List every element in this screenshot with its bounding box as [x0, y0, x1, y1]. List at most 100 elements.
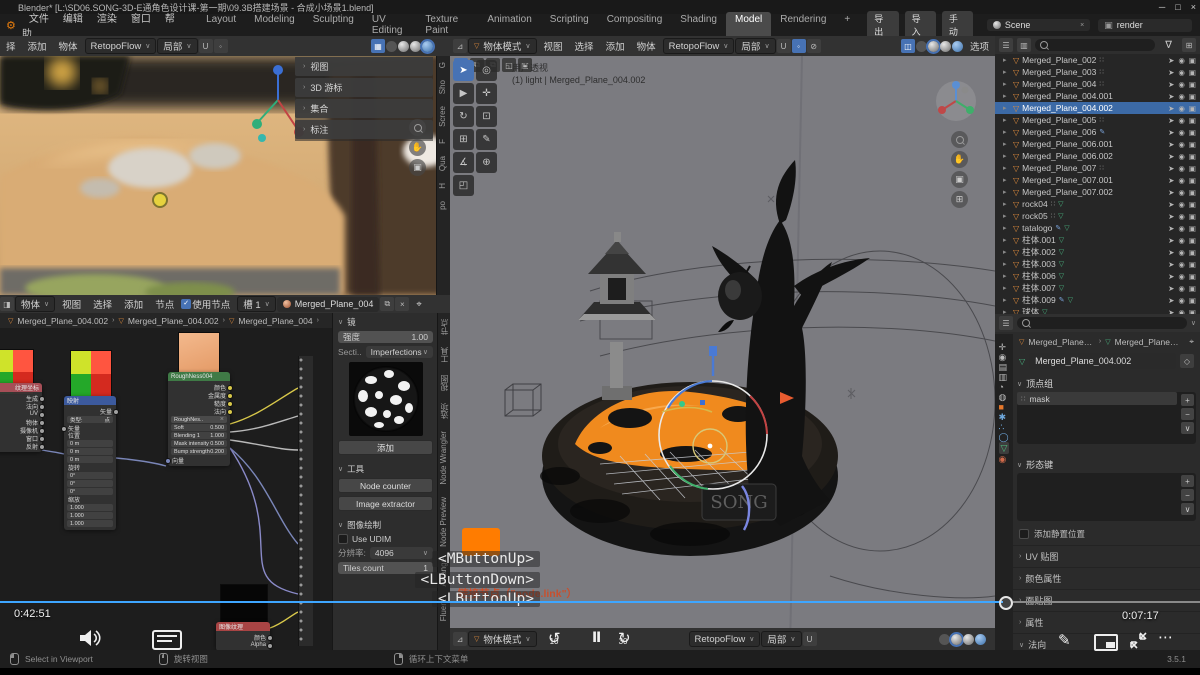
shading-wireframe-icon[interactable] [386, 41, 397, 52]
sidebar-tab[interactable]: 选项 [438, 397, 450, 425]
scene-selector[interactable]: Scene× [987, 19, 1090, 31]
property-tab-icon[interactable]: ◔ [999, 382, 1010, 392]
slot-dropdown[interactable]: 槽 1∨ [237, 296, 276, 312]
tool-button[interactable]: ◎ [476, 60, 497, 81]
rot-z[interactable]: 0° [67, 488, 113, 495]
udim-checkbox[interactable] [338, 534, 348, 544]
sidebar-tab[interactable]: F [437, 133, 448, 150]
shading-material-icon[interactable] [963, 634, 974, 645]
outliner-row[interactable]: ▸ ▽ Merged_Plane_006.001 ∷ ✎ ▽ ➤ ◉ ▣ [995, 138, 1200, 150]
outliner-row[interactable]: ▸ ▽ 柱体.006 ∷ ✎ ▽ ➤ ◉ ▣ [995, 270, 1200, 282]
add-button[interactable]: 添加 [338, 440, 433, 455]
blender-logo-icon[interactable]: ⚙ [6, 19, 16, 32]
forward-30-button[interactable]: ↻30 [618, 629, 639, 647]
viewport-menu[interactable]: 视图 [538, 39, 569, 53]
workspace-tab[interactable]: Animation [478, 12, 540, 38]
render-visibility-icon[interactable]: ▣ [1189, 284, 1196, 293]
node-value-field[interactable]: Soft0.500 [171, 424, 227, 431]
manual-button[interactable]: 手动 [942, 11, 973, 39]
scale-x[interactable]: 1.000 [67, 504, 113, 511]
workspace-tab[interactable]: UV Editing [363, 12, 417, 38]
node-menu[interactable]: 节点 [149, 297, 180, 311]
tool-button[interactable]: ◰ [453, 175, 474, 196]
selectable-icon[interactable]: ➤ [1168, 116, 1174, 125]
remove-shapekey-button[interactable]: − [1181, 489, 1194, 501]
outliner-row[interactable]: ▸ ▽ rock04 ∷ ✎ ▽ ➤ ◉ ▣ [995, 198, 1200, 210]
collapsed-panel[interactable]: ›颜色属性 [1013, 567, 1200, 589]
zoom-icon[interactable] [409, 119, 426, 136]
overlay-toggle-icon[interactable]: ◫ [901, 39, 915, 53]
annotate-pencil-icon[interactable]: ✎ [1058, 631, 1071, 649]
sidebar-tab[interactable]: Node Wrangler [438, 425, 449, 491]
video-playhead[interactable] [999, 596, 1013, 610]
outliner-search-input[interactable] [1035, 39, 1155, 51]
node-output[interactable]: 矢量 [64, 407, 116, 415]
retopoflow-menu[interactable]: RetopoFlow∨ [689, 631, 761, 647]
import-button[interactable]: 导入 [905, 11, 936, 39]
mapping-node[interactable]: 映射 矢量 类型:点 矢量 位置 0 m 0 m 0 m 旋转 0° 0° 0°… [64, 396, 116, 530]
minimize-button[interactable]: ─ [1159, 2, 1165, 12]
render-visibility-icon[interactable]: ▣ [1189, 80, 1196, 89]
shapekey-specials-button[interactable]: ∨ [1181, 503, 1194, 515]
shading-wireframe-icon[interactable] [916, 41, 927, 52]
outliner-row[interactable]: ▸ ▽ 球体 ∷ ✎ ▽ ➤ ◉ ▣ [995, 306, 1200, 314]
outliner-row[interactable]: ▸ ▽ 柱体.003 ∷ ✎ ▽ ➤ ◉ ▣ [995, 258, 1200, 270]
orientation-dropdown[interactable]: 局部∨ [735, 38, 775, 54]
image-selector[interactable]: RoughNes..× [171, 416, 227, 423]
gizmo-icon[interactable]: ⊘ [807, 39, 821, 53]
collapsed-panel[interactable]: ›UV 贴图 [1013, 545, 1200, 567]
sidebar-section[interactable]: ›视图 [295, 57, 433, 76]
hide-eye-icon[interactable]: ◉ [1178, 176, 1185, 185]
pan-hand-icon[interactable]: ✋ [951, 151, 968, 168]
proportional-edit-icon[interactable]: ◦ [792, 39, 806, 53]
tool-button[interactable]: ▶ [453, 83, 474, 104]
close-button[interactable]: × [1191, 2, 1196, 12]
editor-type-icon[interactable]: ⊿ [453, 39, 467, 53]
tool-button[interactable]: ✛ [476, 83, 497, 104]
selectable-icon[interactable]: ➤ [1168, 104, 1174, 113]
retopoflow-menu[interactable]: RetopoFlow∨ [663, 38, 735, 54]
view-layer-selector[interactable]: ▣ render [1098, 19, 1192, 32]
workspace-tab[interactable]: Rendering [771, 12, 835, 38]
hide-eye-icon[interactable]: ◉ [1178, 284, 1185, 293]
rewind-10-button[interactable]: ↺10 [548, 629, 569, 647]
outliner-row[interactable]: ▸ ▽ Merged_Plane_002 ∷ ✎ ▽ ➤ ◉ ▣ [995, 54, 1200, 66]
hide-eye-icon[interactable]: ◉ [1178, 140, 1185, 149]
shading-material-icon[interactable] [940, 41, 951, 52]
mode-dropdown[interactable]: ▽物体模式∨ [468, 38, 537, 54]
menu-item[interactable]: 文件 [22, 14, 56, 25]
selectable-icon[interactable]: ➤ [1168, 224, 1174, 233]
shading-wireframe-icon[interactable] [939, 634, 950, 645]
sidebar-tab[interactable]: G [437, 56, 448, 74]
collapsed-panel[interactable]: ›面贴图 [1013, 589, 1200, 611]
render-visibility-icon[interactable]: ▣ [1189, 296, 1196, 305]
outliner-row[interactable]: ▸ ▽ Merged_Plane_006.002 ∷ ✎ ▽ ➤ ◉ ▣ [995, 150, 1200, 162]
sidebar-tab[interactable]: Qua [437, 150, 448, 177]
loc-y[interactable]: 0 m [67, 448, 113, 455]
render-visibility-icon[interactable]: ▣ [1189, 116, 1196, 125]
tool-button[interactable]: ∡ [453, 152, 474, 173]
outliner-row[interactable]: ▸ ▽ 柱体.001 ∷ ✎ ▽ ➤ ◉ ▣ [995, 234, 1200, 246]
scale-z[interactable]: 1.000 [67, 520, 113, 527]
node-value-field[interactable]: Blending 11.000 [171, 432, 227, 439]
render-visibility-icon[interactable]: ▣ [1189, 176, 1196, 185]
property-tab-icon[interactable]: ◍ [999, 392, 1010, 402]
imperfection-sphere-preview[interactable] [349, 362, 423, 436]
node-output[interactable]: Alpha [216, 641, 270, 649]
node-counter-button[interactable]: Node counter [338, 478, 433, 493]
workspace-tab[interactable]: Layout [197, 12, 245, 38]
selectable-icon[interactable]: ➤ [1168, 176, 1174, 185]
remove-vgroup-button[interactable]: − [1181, 408, 1194, 420]
hide-eye-icon[interactable]: ◉ [1178, 200, 1185, 209]
render-visibility-icon[interactable]: ▣ [1189, 56, 1196, 65]
orientation-dropdown[interactable]: 局部∨ [157, 38, 197, 54]
hide-eye-icon[interactable]: ◉ [1178, 188, 1185, 197]
snap-magnet-icon[interactable]: U [199, 39, 213, 53]
mapping-type-dropdown[interactable]: 类型:点 [67, 416, 113, 423]
breadcrumb-item[interactable]: Merged_Plane_004 [238, 316, 312, 326]
sidebar-tab[interactable]: Sho [437, 74, 448, 100]
hide-eye-icon[interactable]: ◉ [1178, 212, 1185, 221]
hide-eye-icon[interactable]: ◉ [1178, 56, 1185, 65]
selectable-icon[interactable]: ➤ [1168, 56, 1174, 65]
hide-eye-icon[interactable]: ◉ [1178, 68, 1185, 77]
